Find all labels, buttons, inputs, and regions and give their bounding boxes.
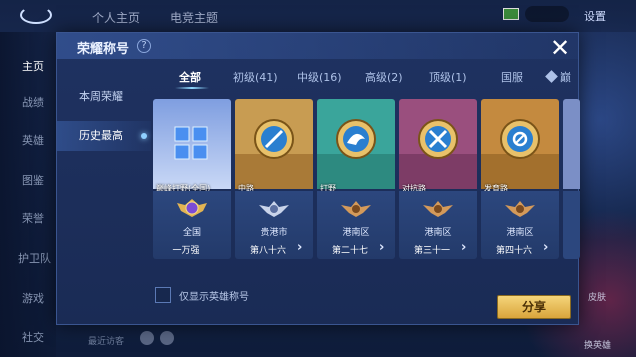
chevron-right-icon: › [297,240,303,255]
bg-tab-esports[interactable]: 电竞主题 [170,9,218,26]
bg-side-hero[interactable]: 英雄 [22,132,44,148]
card-region: 全国 [182,228,201,238]
card-region: 港南区 [424,228,452,238]
card-art [563,99,580,189]
card-art [317,99,395,189]
tier-tabs: 全部 初级(41) 中级(16) 高级(2) 顶级(1) 国服 巅 [167,69,575,91]
card-art [235,99,313,189]
chevron-right-icon: › [543,240,549,255]
bg-tab-profile[interactable]: 个人主页 [92,9,140,26]
title-card[interactable]: 打野 港南区 第二十七 › [317,99,395,259]
card-region: 贵港市 [260,228,288,238]
tab-senior[interactable]: 高级(2) [365,69,403,85]
nav-item-label: 历史最高 [79,129,123,142]
modal-header [57,33,578,59]
bronze-wing-icon [341,201,371,217]
bg-side-honor[interactable]: 荣誉 [22,210,44,226]
card-art [399,99,477,189]
hero-title-only-label: 仅显示英雄称号 [179,292,249,303]
title-card[interactable]: 发育路 港南区 第四十六 › [481,99,559,259]
nav-item-label: 本周荣耀 [79,90,123,103]
card-lower [563,191,580,259]
bg-side-guard[interactable]: 护卫队 [18,250,51,266]
hero-title-only-checkbox[interactable] [155,287,171,303]
title-card[interactable]: 巅峰打野(全国) 全国 一万强 [153,99,231,259]
tab-junior[interactable]: 初级(41) [233,69,278,85]
back-icon[interactable] [20,6,52,24]
diamond-icon [545,70,558,83]
title-card[interactable]: 中路 贵港市 第八十六 › [235,99,313,259]
title-card-partial[interactable] [563,99,580,259]
bg-side-game[interactable]: 游戏 [22,290,44,306]
farm-lane-crest-icon [500,119,540,159]
visitor-avatar[interactable] [140,331,154,345]
bg-side-record[interactable]: 战绩 [22,94,44,110]
currency-badge [525,6,569,22]
jungle-crest-icon [336,119,376,159]
visitor-avatar[interactable] [160,331,174,345]
bronze-wing-icon [423,201,453,217]
active-dot-icon [141,133,147,139]
bronze-wing-icon [505,201,535,217]
card-region: 港南区 [506,228,534,238]
tab-national[interactable]: 国服 [501,69,523,85]
skin-label[interactable]: 皮肤 [588,290,606,303]
top-bar: 个人主页 电竞主题 设置 [0,0,636,32]
chevron-right-icon: › [461,240,467,255]
card-rank: 第四十六 [495,246,532,256]
nav-item-history-best[interactable]: 历史最高 [57,121,151,151]
card-art [481,99,559,189]
tab-intermediate[interactable]: 中级(16) [297,69,342,85]
tab-top[interactable]: 顶级(1) [429,69,467,85]
silver-wing-icon [259,201,289,217]
card-rank: 第二十七 [331,246,368,256]
nav-item-weekly[interactable]: 本周荣耀 [57,82,151,112]
help-icon[interactable]: ? [137,39,151,53]
bg-sidebar: 主页 战绩 英雄 图鉴 荣誉 护卫队 游戏 社交 [0,32,56,357]
close-button[interactable]: ✕ [547,36,573,62]
share-button[interactable]: 分享 [497,295,571,319]
card-rank: 第三十一 [413,246,450,256]
title-cards: 巅峰打野(全国) 全国 一万强 中路 贵港市 第八十六 › 打野 港南区 第二十… [153,99,580,265]
purple-medal-icon [177,199,207,217]
clash-lane-crest-icon [418,119,458,159]
chevron-right-icon: › [379,240,385,255]
card-region: 港南区 [342,228,370,238]
bg-side-home[interactable]: 主页 [22,58,44,74]
tab-peak[interactable]: 巅 [545,69,571,85]
mid-lane-crest-icon [254,119,294,159]
recent-visitors[interactable]: 最近访客 [88,334,124,347]
card-rank: 第八十六 [249,246,286,256]
flag-icon [503,8,519,20]
card-rank: 一万强 [172,246,200,256]
card-art [153,99,231,189]
title-card[interactable]: 对抗路 港南区 第三十一 › [399,99,477,259]
modal-title: 荣耀称号 [77,42,130,57]
tab-underline [175,87,209,89]
honor-title-modal: 荣耀称号 ? ✕ 本周荣耀 历史最高 全部 初级(41) 中级(16) 高级(2… [56,32,580,325]
tab-all[interactable]: 全部 [179,69,201,85]
bg-side-social[interactable]: 社交 [22,329,44,345]
bg-side-atlas[interactable]: 图鉴 [22,172,44,188]
switch-hero-label[interactable]: 换英雄 [584,338,611,351]
tab-peak-label: 巅 [560,71,571,84]
settings-link[interactable]: 设置 [584,8,606,24]
